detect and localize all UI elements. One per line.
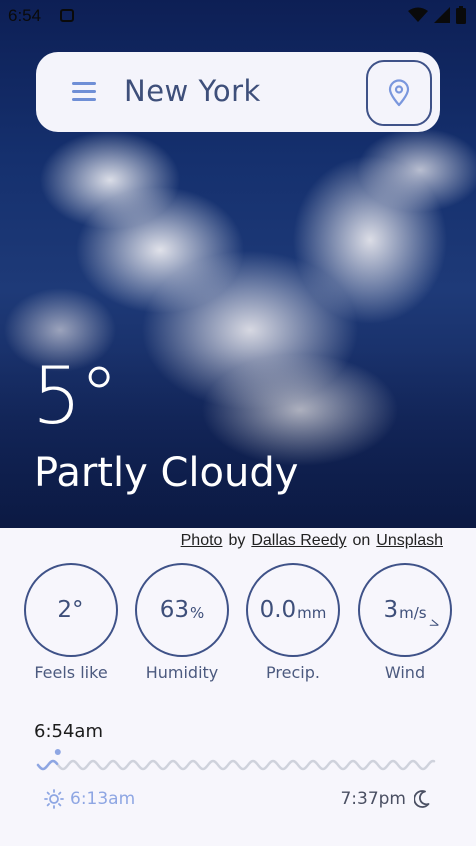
sun-icon bbox=[44, 789, 64, 809]
stat-circle: 2° bbox=[24, 563, 118, 657]
sunrise-time: 6:13am bbox=[70, 789, 136, 809]
signal-icon bbox=[434, 7, 450, 23]
current-time: 6:54am bbox=[34, 721, 103, 742]
status-bar: 6:54 bbox=[0, 0, 476, 32]
weather-condition: Partly Cloudy bbox=[34, 450, 299, 496]
stat-unit: % bbox=[190, 604, 205, 622]
search-card: New York bbox=[36, 52, 440, 132]
stat-unit: m/s bbox=[399, 604, 427, 622]
stat-label: Humidity bbox=[145, 663, 219, 682]
photo-credit: Photo by Dallas Reedy on Unsplash bbox=[181, 532, 443, 550]
stat-circle: 0.0 mm bbox=[246, 563, 340, 657]
stat-circle: 3 m/s > bbox=[358, 563, 452, 657]
stat-precipitation: 0.0 mm Precip. bbox=[246, 563, 340, 682]
moon-icon bbox=[414, 790, 430, 808]
author-link[interactable]: Dallas Reedy bbox=[251, 532, 346, 549]
notification-icon bbox=[60, 9, 74, 22]
stat-unit: mm bbox=[297, 604, 327, 622]
stat-value: 63 bbox=[159, 597, 189, 623]
current-position-dot bbox=[54, 749, 61, 755]
city-name[interactable]: New York bbox=[124, 74, 261, 108]
menu-icon[interactable] bbox=[72, 82, 96, 102]
source-link[interactable]: Unsplash bbox=[376, 532, 443, 549]
wind-direction-icon: > bbox=[426, 615, 443, 634]
day-progress-fill bbox=[36, 759, 59, 771]
stat-wind: 3 m/s > Wind bbox=[358, 563, 452, 682]
sunset-time: 7:37pm bbox=[340, 789, 406, 809]
sunset: 7:37pm bbox=[340, 789, 430, 809]
credit-by: by bbox=[228, 532, 246, 549]
photo-link[interactable]: Photo bbox=[181, 532, 223, 549]
stat-feels-like: 2° Feels like bbox=[24, 563, 118, 682]
status-icons bbox=[408, 6, 466, 24]
location-button[interactable] bbox=[366, 60, 432, 126]
weather-stats: 2° Feels like 63% Humidity 0.0 mm Precip.… bbox=[24, 563, 454, 693]
current-temperature: 5° bbox=[32, 352, 119, 442]
stat-value: 2° bbox=[57, 597, 84, 623]
stat-label: Feels like bbox=[34, 663, 108, 682]
stat-humidity: 63% Humidity bbox=[135, 563, 229, 682]
stat-value: 3 bbox=[383, 597, 399, 623]
stat-label: Precip. bbox=[266, 663, 320, 682]
location-pin-icon bbox=[388, 79, 410, 107]
sunrise: 6:13am bbox=[44, 789, 135, 809]
wifi-icon bbox=[408, 7, 428, 22]
day-progress-wave bbox=[36, 749, 436, 771]
stat-label: Wind bbox=[384, 663, 426, 682]
stat-value: 0.0 bbox=[259, 597, 297, 623]
day-progress-track bbox=[36, 759, 436, 771]
credit-on: on bbox=[352, 532, 371, 549]
battery-icon bbox=[456, 6, 466, 24]
stat-circle: 63% bbox=[135, 563, 229, 657]
status-time: 6:54 bbox=[8, 6, 42, 25]
